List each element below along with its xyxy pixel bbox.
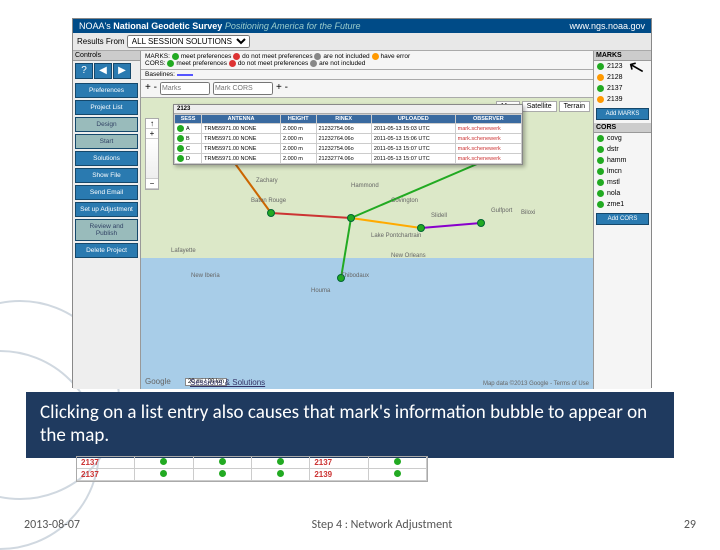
cors-item[interactable]: nola xyxy=(594,188,651,199)
map-copyright: Map data ©2013 Google - Terms of Use xyxy=(483,381,589,387)
cors-item[interactable]: lmcn xyxy=(594,166,651,177)
bubble-title: 2123 xyxy=(174,105,522,114)
sessions-heading: Sessions & Solutions xyxy=(190,378,265,387)
cors-item[interactable]: zme1 xyxy=(594,199,651,210)
project-list-button[interactable]: Project List xyxy=(75,100,138,115)
cors-item[interactable]: dstr xyxy=(594,144,651,155)
prefs-button[interactable]: Preferences xyxy=(75,83,138,98)
review-button[interactable]: Review and Publish xyxy=(75,219,138,241)
setup-adj-button[interactable]: Set up Adjustment xyxy=(75,202,138,217)
right-panel: MARKS 2123 2128 2137 2139 Add MARKS CORS… xyxy=(593,51,651,389)
results-select[interactable]: ALL SESSION SOLUTIONS xyxy=(127,35,250,48)
google-logo: Google xyxy=(145,377,171,386)
marks-input[interactable] xyxy=(160,82,210,95)
info-bubble: 2123 SESSANTENNAHEIGHT RINEXUPLOADEDOBSE… xyxy=(173,104,523,165)
results-bar: Results From ALL SESSION SOLUTIONS xyxy=(73,33,651,51)
mark-item[interactable]: 2137 xyxy=(594,83,651,94)
legend: MARKS: meet preferences do not meet pref… xyxy=(141,51,593,70)
slide-footer: 2013-08-07 Step 4 : Network Adjustment 2… xyxy=(0,518,720,532)
app-frame: NOAA's National Geodetic Survey Position… xyxy=(72,18,652,388)
solutions-button[interactable]: Solutions xyxy=(75,151,138,166)
mark-item[interactable]: 2139 xyxy=(594,94,651,105)
show-file-button[interactable]: Show File xyxy=(75,168,138,183)
cors-item[interactable]: mstl xyxy=(594,177,651,188)
cors-item[interactable]: hamm xyxy=(594,155,651,166)
add-marks-button[interactable]: Add MARKS xyxy=(596,108,649,120)
fwd-icon[interactable]: ▶ xyxy=(113,63,131,79)
design-button[interactable]: Design xyxy=(75,117,138,132)
cors-heading: CORS xyxy=(594,123,651,133)
add-cors-button[interactable]: Add CORS xyxy=(596,213,649,225)
sidebar: Controls ? ◀ ▶ Preferences Project List … xyxy=(73,51,141,389)
header: NOAA's National Geodetic Survey Position… xyxy=(73,19,651,33)
start-button[interactable]: Start xyxy=(75,134,138,149)
footer-date: 2013-08-07 xyxy=(24,518,80,532)
baselines-legend: Baselines: xyxy=(141,70,593,80)
instruction-callout: Clicking on a list entry also causes tha… xyxy=(26,392,674,458)
sessions-table: 21372137 21372139 xyxy=(76,456,428,482)
footer-step: Step 4 : Network Adjustment xyxy=(312,518,453,532)
footer-page: 29 xyxy=(684,518,696,532)
bubble-table: SESSANTENNAHEIGHT RINEXUPLOADEDOBSERVER … xyxy=(174,114,522,164)
help-icon[interactable]: ? xyxy=(75,63,93,79)
delete-button[interactable]: Delete Project xyxy=(75,243,138,258)
controls-heading: Controls xyxy=(73,51,140,61)
cors-item[interactable]: covg xyxy=(594,133,651,144)
search-bar: + - + - xyxy=(141,80,593,98)
send-email-button[interactable]: Send Email xyxy=(75,185,138,200)
map-canvas[interactable]: Map Satellite Terrain ↑+− xyxy=(141,98,593,389)
back-icon[interactable]: ◀ xyxy=(94,63,112,79)
cors-input[interactable] xyxy=(213,82,273,95)
header-url: www.ngs.noaa.gov xyxy=(569,21,645,31)
